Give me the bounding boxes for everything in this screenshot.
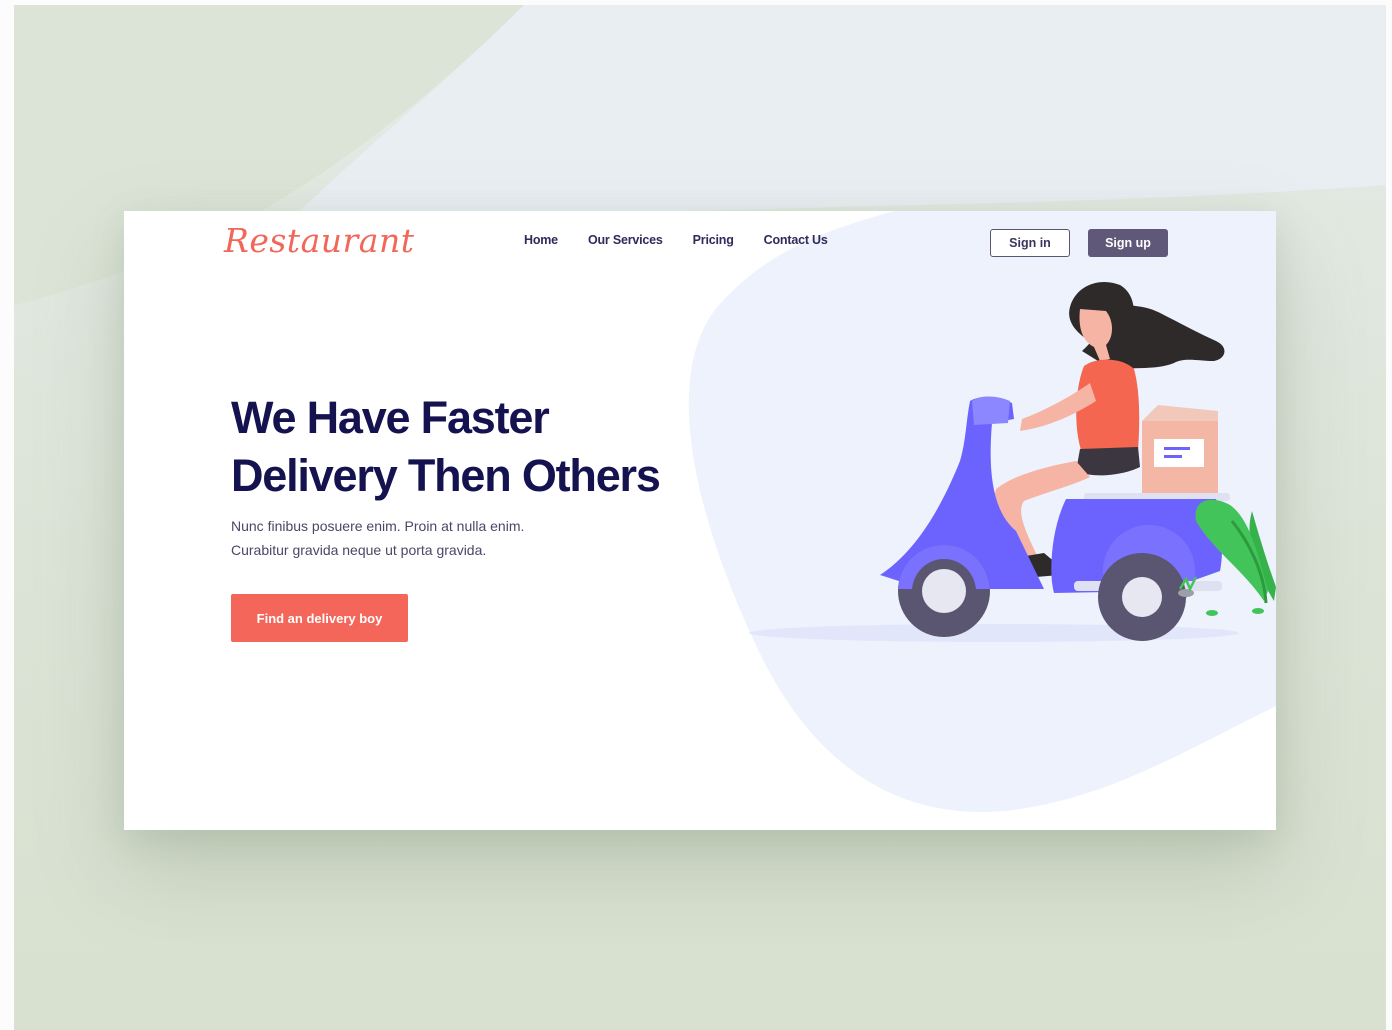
- nav-item-home[interactable]: Home: [524, 233, 558, 247]
- grass-tuft-1: [1252, 608, 1264, 614]
- hero-subtext-line-2: Curabitur gravida neque ut porta gravida…: [231, 542, 487, 558]
- shorts: [1076, 447, 1140, 476]
- hero-headline-line-1: We Have Faster: [231, 392, 550, 443]
- front-wheel-hub: [922, 569, 966, 613]
- nav-item-contact-us[interactable]: Contact Us: [764, 233, 828, 247]
- pebble: [1178, 589, 1194, 597]
- delivery-scooter-illustration: [749, 281, 1276, 642]
- rear-wheel-hub: [1122, 577, 1162, 617]
- find-delivery-boy-button[interactable]: Find an delivery boy: [231, 594, 408, 642]
- nav-item-our-services[interactable]: Our Services: [588, 233, 663, 247]
- scooter-headlight: [972, 396, 1010, 425]
- package-label-line-2: [1164, 455, 1182, 458]
- hero-headline: We Have Faster Delivery Then Others: [231, 389, 691, 505]
- nav-item-pricing[interactable]: Pricing: [693, 233, 734, 247]
- package-label: [1154, 439, 1204, 467]
- package-top: [1142, 405, 1218, 421]
- package-label-line-1: [1164, 447, 1190, 450]
- hero-subtext-line-1: Nunc finibus posuere enim. Proin at null…: [231, 518, 525, 534]
- main-nav: Home Our Services Pricing Contact Us: [524, 233, 828, 247]
- hero-subtext: Nunc finibus posuere enim. Proin at null…: [231, 514, 591, 562]
- brand-logo[interactable]: Restaurant: [224, 221, 414, 260]
- sign-in-button[interactable]: Sign in: [990, 229, 1070, 257]
- hero-headline-line-2: Delivery Then Others: [231, 450, 661, 501]
- sign-up-button[interactable]: Sign up: [1088, 229, 1168, 257]
- grass-tuft-2: [1206, 610, 1218, 616]
- landing-page-mockup: Restaurant Home Our Services Pricing Con…: [124, 211, 1276, 830]
